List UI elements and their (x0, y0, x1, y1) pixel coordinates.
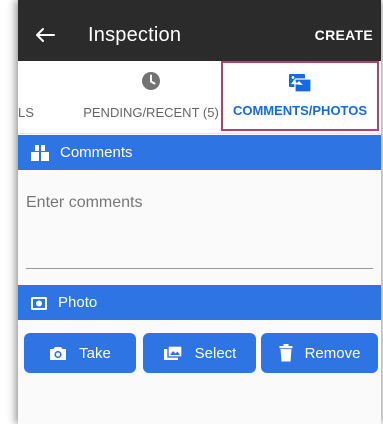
comments-icon (30, 144, 50, 162)
remove-button-label: Remove (304, 344, 361, 362)
clock-icon (141, 71, 161, 96)
trash-icon (279, 344, 293, 362)
tab-details-label: LS (18, 105, 34, 120)
back-arrow-icon[interactable] (32, 22, 58, 48)
tab-comments-photos-label: COMMENTS/PHOTOS (232, 103, 368, 118)
take-photo-button[interactable]: Take (24, 333, 136, 373)
photo-icon (30, 295, 48, 311)
tab-pending-recent[interactable]: PENDING/RECENT (5) (76, 61, 226, 133)
comments-section-title: Comments (60, 144, 133, 161)
tab-bar: LS PENDING/RECENT (5) COMMENTS/PHOTOS (18, 61, 381, 134)
camera-icon (49, 346, 67, 361)
comments-area (18, 172, 381, 282)
tab-comments-photos[interactable]: COMMENTS/PHOTOS (221, 61, 379, 131)
select-photo-button[interactable]: Select (143, 333, 256, 373)
select-button-label: Select (194, 344, 237, 362)
photos-icon (288, 73, 312, 98)
photo-section-header: Photo (18, 285, 381, 320)
remove-photo-button[interactable]: Remove (261, 333, 378, 373)
comments-section-header: Comments (18, 135, 381, 170)
take-button-label: Take (79, 344, 111, 362)
page-title: Inspection (88, 24, 182, 46)
comments-input[interactable] (26, 194, 373, 269)
app-screen: Inspection CREATE LS PENDING/RECENT (5) (18, 0, 381, 424)
tab-pending-recent-label: PENDING/RECENT (5) (83, 105, 219, 120)
tab-details[interactable]: LS (18, 61, 40, 133)
gallery-icon (163, 345, 183, 361)
photo-section-title: Photo (58, 294, 98, 311)
create-button[interactable]: CREATE (315, 27, 373, 43)
